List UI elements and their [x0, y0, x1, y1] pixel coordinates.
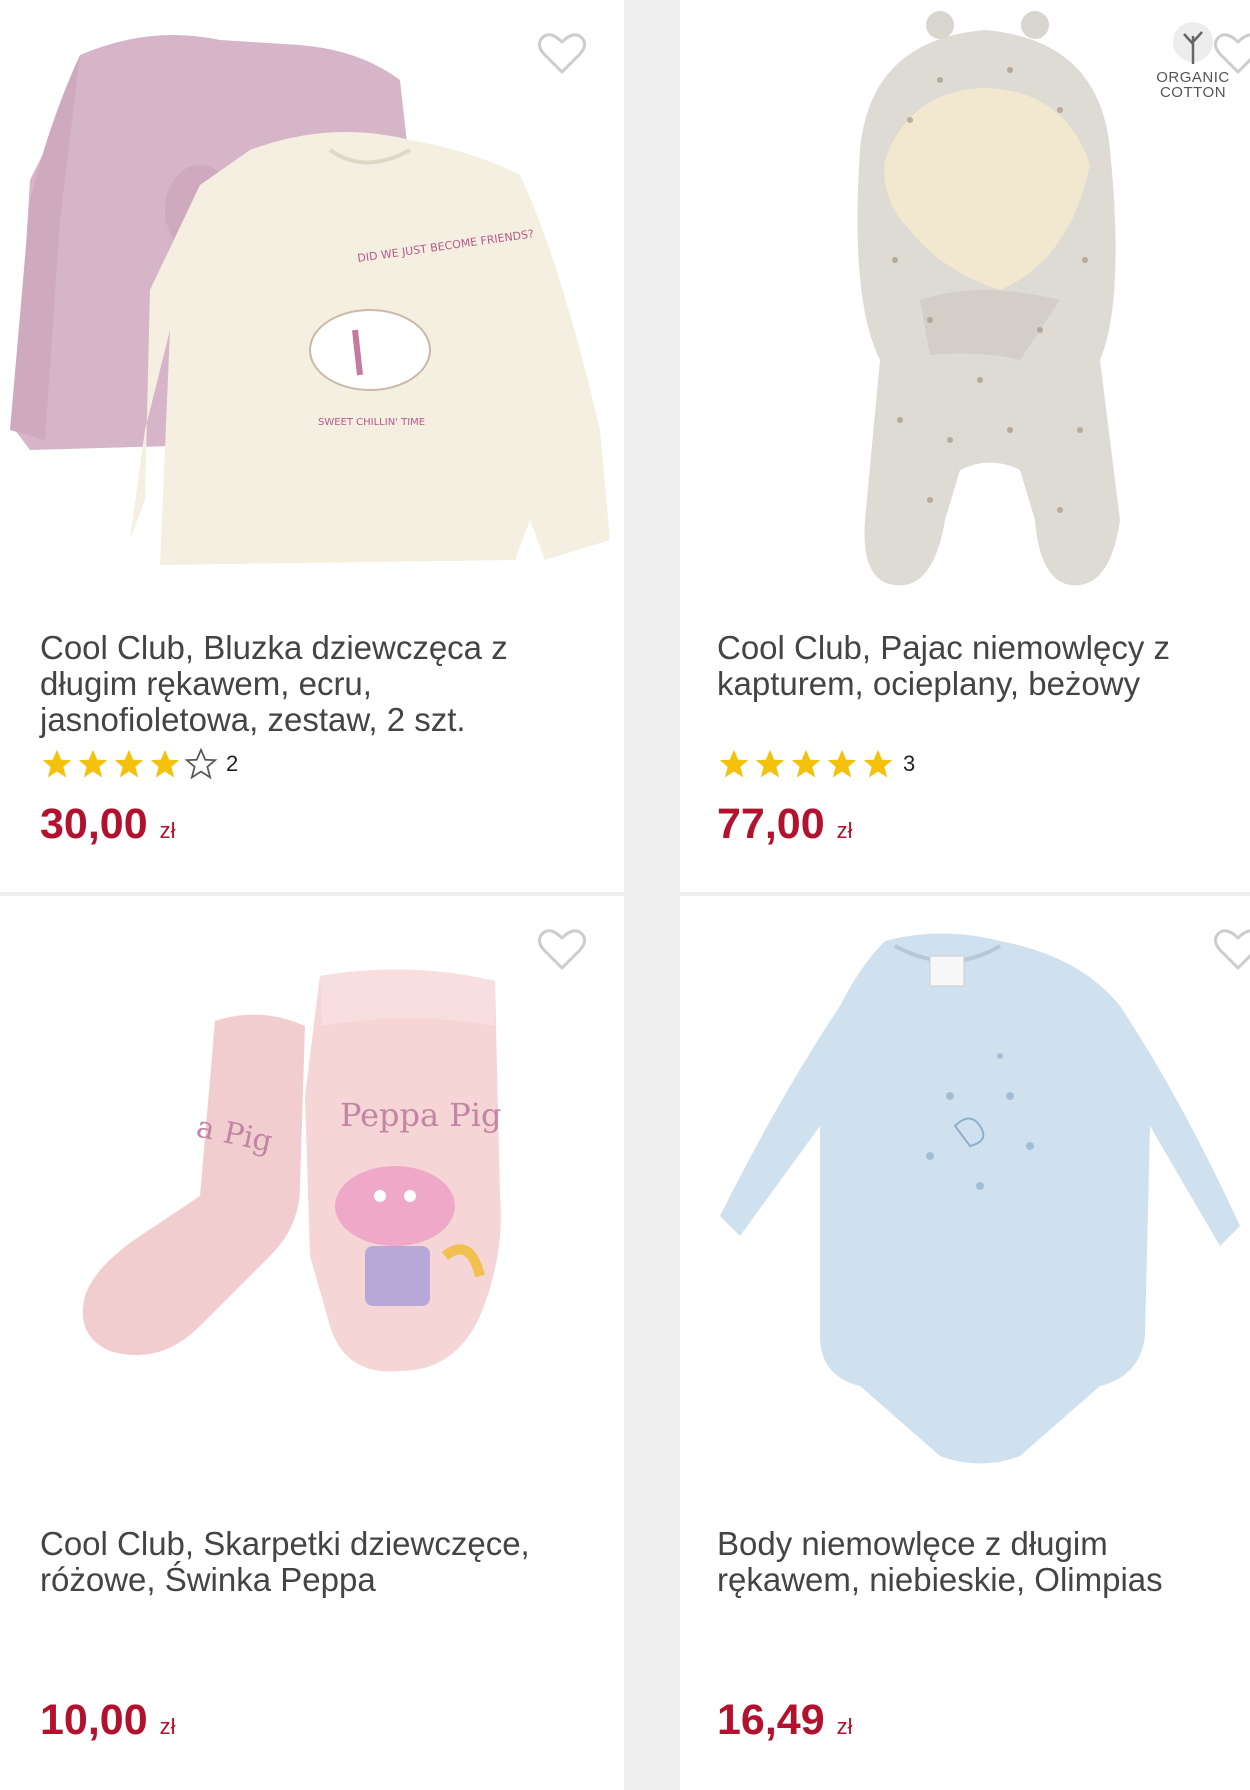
product-card[interactable]: DID WE JUST BECOME FRIENDS? SWEET CHILLI… [0, 0, 624, 892]
product-card[interactable]: Body niemowlęce z długim rękawem, niebie… [680, 896, 1250, 1790]
price-currency: zł [159, 818, 176, 843]
heart-outline-icon[interactable] [1212, 30, 1250, 76]
price-amount: 16,49 [717, 1696, 825, 1744]
product-card[interactable]: ORGANIC COTTON Cool Club, Pajac niemowlę… [680, 0, 1250, 892]
product-title[interactable]: Cool Club, Bluzka dziewczęca z długim rę… [40, 630, 580, 738]
rating-count: 2 [226, 751, 239, 776]
shirt-print-bottom: SWEET CHILLIN' TIME [318, 417, 425, 428]
price-amount: 30,00 [40, 800, 148, 848]
heart-outline-icon[interactable] [536, 926, 588, 972]
sock-print: Peppa Pig [340, 1096, 502, 1134]
star-filled-icon [755, 749, 785, 778]
price-currency: zł [159, 1714, 176, 1739]
product-title[interactable]: Body niemowlęce z długim rękawem, niebie… [717, 1526, 1217, 1598]
star-filled-icon [827, 749, 857, 778]
price-currency: zł [836, 1714, 853, 1739]
product-image[interactable]: DID WE JUST BECOME FRIENDS? SWEET CHILLI… [0, 0, 624, 620]
price: 16,49 zł [717, 1696, 853, 1745]
price: 77,00 zł [717, 800, 853, 849]
product-image[interactable]: a Pig Peppa Pig [0, 896, 624, 1516]
price-amount: 10,00 [40, 1696, 148, 1744]
price: 10,00 zł [40, 1696, 176, 1745]
badge-line-2: COTTON [1159, 84, 1227, 101]
star-filled-icon [719, 749, 749, 778]
star-filled-icon [114, 749, 144, 778]
star-filled-icon [78, 749, 108, 778]
product-title[interactable]: Cool Club, Pajac niemowlęcy z kapturem, … [717, 630, 1217, 702]
heart-outline-icon[interactable] [536, 30, 588, 76]
product-image[interactable] [680, 896, 1250, 1516]
star-filled-icon [42, 749, 72, 778]
star-filled-icon [791, 749, 821, 778]
price-amount: 77,00 [717, 800, 825, 848]
product-card[interactable]: a Pig Peppa Pig Cool Club, Skarpetki dzi… [0, 896, 624, 1790]
price-currency: zł [836, 818, 853, 843]
star-filled-icon [863, 749, 893, 778]
price: 30,00 zł [40, 800, 176, 849]
star-outline-icon [184, 747, 218, 780]
star-filled-icon [150, 749, 180, 778]
tree-icon [1173, 22, 1213, 64]
rating: 3 [717, 747, 915, 781]
heart-outline-icon[interactable] [1212, 926, 1250, 972]
product-grid: DID WE JUST BECOME FRIENDS? SWEET CHILLI… [0, 0, 1250, 1790]
rating-count: 3 [903, 751, 916, 776]
rating: 2 [40, 747, 238, 781]
product-title[interactable]: Cool Club, Skarpetki dziewczęce, różowe,… [40, 1526, 580, 1598]
